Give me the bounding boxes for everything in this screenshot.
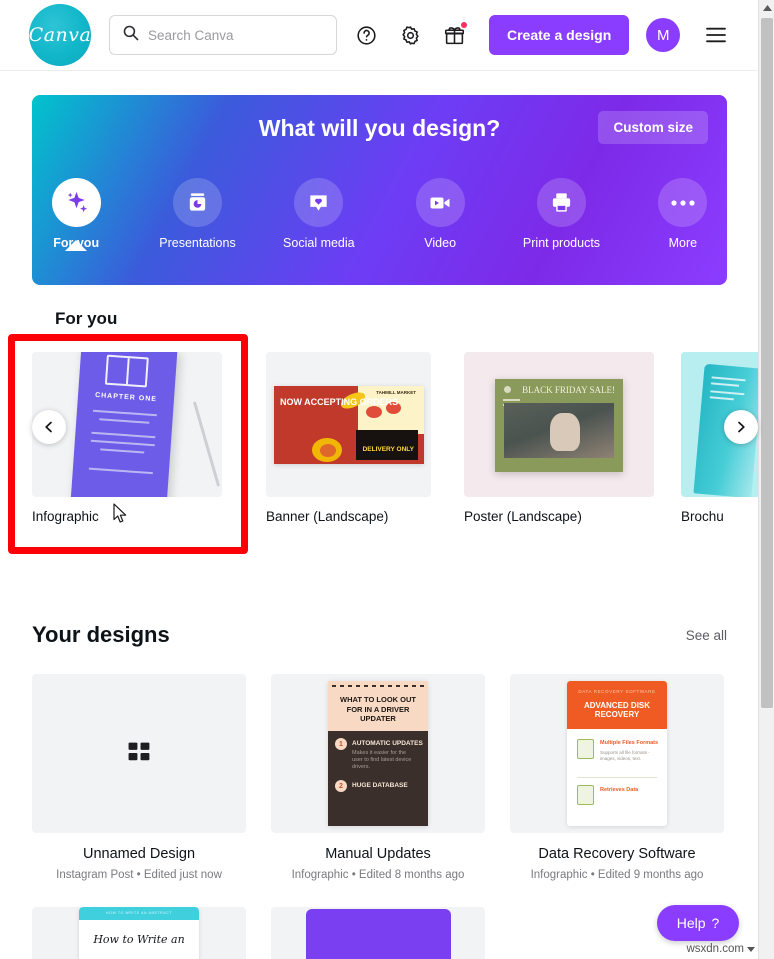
design-name: Data Recovery Software xyxy=(538,846,696,862)
ellipsis-icon xyxy=(658,178,708,227)
help-button-label: Help xyxy=(676,915,706,931)
howto-title: How to Write an xyxy=(93,933,185,946)
hero-category-label: Video xyxy=(424,236,457,250)
help-circle-icon[interactable] xyxy=(351,20,381,50)
mouse-cursor xyxy=(113,503,128,529)
canva-logo-icon[interactable]: Canva xyxy=(29,4,91,66)
design-thumbnail xyxy=(271,907,485,959)
hamburger-menu-icon[interactable] xyxy=(702,21,730,49)
search-icon xyxy=(122,24,139,46)
template-card-label: Banner (Landscape) xyxy=(266,509,389,524)
hero-category-more[interactable]: More xyxy=(639,178,727,250)
poster-art: BLACK FRIDAY SALE! xyxy=(464,352,654,497)
design-name: Manual Updates xyxy=(325,846,431,862)
canva-homepage: Canva Search Canva Create a design M Wha… xyxy=(0,0,774,959)
how-to-write-art: HOW TO WRITE AN ABSTRACT How to Write an xyxy=(79,907,199,959)
video-camera-icon xyxy=(415,178,465,227)
design-card-unnamed[interactable]: Unnamed Design Instagram Post • Edited j… xyxy=(32,674,246,881)
howto-eyebrow: HOW TO WRITE AN ABSTRACT xyxy=(106,911,172,915)
design-thumbnail: HOW TO WRITE AN ABSTRACT How to Write an xyxy=(32,907,246,959)
driver-updater-item2-title: HUGE DATABASE xyxy=(352,782,408,789)
design-thumbnail xyxy=(32,674,246,833)
create-a-design-button[interactable]: Create a design xyxy=(489,15,630,55)
banner-headline: NOW ACCEPTING ORDERS xyxy=(280,397,399,407)
scroll-up-arrow-icon[interactable] xyxy=(759,0,774,17)
question-mark-icon: ? xyxy=(711,915,720,931)
gift-icon[interactable] xyxy=(439,20,469,50)
driver-updater-item1-num: 1 xyxy=(335,738,347,750)
your-designs-title: Your designs xyxy=(32,622,170,647)
search-box[interactable] xyxy=(109,15,337,55)
presentation-icon xyxy=(173,178,222,227)
for-you-section-title: For you xyxy=(55,309,118,328)
hero-category-social-media[interactable]: Social media xyxy=(275,178,363,250)
design-card-how-to-write[interactable]: HOW TO WRITE AN ABSTRACT How to Write an xyxy=(32,907,246,959)
custom-size-button[interactable]: Custom size xyxy=(598,111,708,144)
drs-row2-title: Retrieves Data xyxy=(600,787,639,793)
notification-dot xyxy=(461,22,467,28)
grid-placeholder-icon xyxy=(128,742,149,761)
see-all-link[interactable]: See all xyxy=(686,628,727,643)
drs-row1-title: Multiple Files Formats xyxy=(600,740,659,746)
disk-recovery-art: DATA RECOVERY SOFTWARE ADVANCED DISK REC… xyxy=(567,681,667,826)
drs-eyebrow: DATA RECOVERY SOFTWARE xyxy=(578,689,656,694)
design-card-manual-updates[interactable]: WHAT TO LOOK OUT FOR IN A DRIVER UPDATER… xyxy=(271,674,485,881)
help-button[interactable]: Help ? xyxy=(657,905,739,941)
gear-icon[interactable] xyxy=(395,20,425,50)
book-icon xyxy=(104,354,149,388)
template-card-label: Poster (Landscape) xyxy=(464,509,582,524)
drs-row1-text: Supports all file formats - images, vide… xyxy=(600,750,650,761)
vertical-scrollbar[interactable] xyxy=(758,0,774,959)
design-meta: Infographic • Edited 9 months ago xyxy=(530,869,704,881)
hero-category-label: More xyxy=(668,236,698,250)
chart-icon xyxy=(577,785,594,805)
drs-title: ADVANCED DISK RECOVERY xyxy=(583,701,651,719)
poster-headline: BLACK FRIDAY SALE! xyxy=(522,385,615,395)
driver-updater-item2-num: 2 xyxy=(335,780,347,792)
carousel-next-button[interactable] xyxy=(724,410,758,444)
design-thumbnail: DATA RECOVERY SOFTWARE ADVANCED DISK REC… xyxy=(510,674,724,833)
driver-updater-title: WHAT TO LOOK OUT FOR IN A DRIVER UPDATER xyxy=(340,695,416,723)
carousel-prev-button[interactable] xyxy=(32,410,66,444)
watermark-text: wsxdn.com xyxy=(686,943,744,955)
hero-category-video[interactable]: Video xyxy=(396,178,484,250)
driver-updater-item1-text: Makes it easier for the user to find lat… xyxy=(352,750,412,770)
clipboard-icon xyxy=(577,739,594,759)
driver-updater-item1-title: AUTOMATIC UPDATES xyxy=(352,740,423,747)
hero-category-list: For you Presentations Social media Video… xyxy=(32,178,727,251)
for-you-carousel: CHAPTER ONE Infographic NOW ACCEPTING OR… xyxy=(32,352,774,532)
hero-category-for-you[interactable]: For you xyxy=(32,178,120,251)
driver-updater-art: WHAT TO LOOK OUT FOR IN A DRIVER UPDATER… xyxy=(328,681,428,826)
hero-category-print-products[interactable]: Print products xyxy=(517,178,605,250)
infographic-art-text: CHAPTER ONE xyxy=(94,391,158,404)
active-category-caret xyxy=(65,240,88,251)
design-thumbnail: WHAT TO LOOK OUT FOR IN A DRIVER UPDATER… xyxy=(271,674,485,833)
template-thumbnail: BLACK FRIDAY SALE! xyxy=(464,352,654,497)
design-card-purple-blank[interactable] xyxy=(271,907,485,959)
printer-icon xyxy=(536,178,586,227)
search-input[interactable] xyxy=(148,27,325,43)
banner-art: NOW ACCEPTING ORDERS TAHMILL MARKET DELI… xyxy=(266,352,431,497)
top-header: Canva Search Canva Create a design M xyxy=(0,0,757,71)
sparkle-icon xyxy=(51,178,101,227)
heart-bubble-icon xyxy=(294,178,344,227)
design-meta: Instagram Post • Edited just now xyxy=(56,869,222,881)
template-thumbnail: NOW ACCEPTING ORDERS TAHMILL MARKET DELI… xyxy=(266,352,431,497)
banner-tag: TAHMILL MARKET xyxy=(376,390,416,395)
hero-category-label: Presentations xyxy=(159,236,236,250)
watermark: wsxdn.com xyxy=(686,943,755,955)
template-card-banner[interactable]: NOW ACCEPTING ORDERS TAHMILL MARKET DELI… xyxy=(266,352,431,524)
hero-category-label: Print products xyxy=(522,236,601,250)
hero-banner: What will you design? Custom size For yo… xyxy=(32,95,727,285)
design-card-data-recovery[interactable]: DATA RECOVERY SOFTWARE ADVANCED DISK REC… xyxy=(510,674,724,881)
purple-blank-art xyxy=(305,909,451,959)
hero-category-presentations[interactable]: Presentations xyxy=(153,178,241,250)
hero-category-label: Social media xyxy=(283,236,355,250)
avatar[interactable]: M xyxy=(646,18,681,52)
design-meta: Infographic • Edited 8 months ago xyxy=(291,869,465,881)
scrollbar-thumb[interactable] xyxy=(761,18,773,708)
design-name: Unnamed Design xyxy=(82,846,196,862)
template-card-poster[interactable]: BLACK FRIDAY SALE! Poster (Landscape) xyxy=(464,352,654,524)
banner-badge: DELIVERY ONLY xyxy=(362,446,414,453)
